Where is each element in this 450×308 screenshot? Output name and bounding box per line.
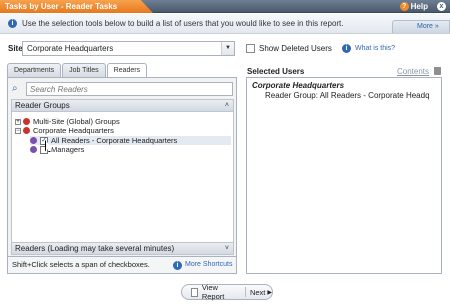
reader-group-icon xyxy=(30,137,37,144)
tree-item-managers[interactable]: Managers xyxy=(30,145,84,154)
next-button[interactable]: Next xyxy=(250,288,265,297)
info-text: Use the selection tools below to build a… xyxy=(22,19,344,28)
selected-item[interactable]: Reader Group: All Readers - Corporate He… xyxy=(265,91,430,100)
tree-item-label: Managers xyxy=(51,145,85,154)
tab-strip: Departments Job Titles Readers xyxy=(7,63,148,78)
tree-item-label: All Readers - Corporate Headquarters xyxy=(51,136,178,145)
footer-button-group: View Report Next ▶ xyxy=(181,283,273,301)
search-input[interactable] xyxy=(26,82,233,96)
collapse-node-icon[interactable]: − xyxy=(15,127,21,134)
tree-item-corporate-hq[interactable]: − Corporate Headquarters xyxy=(15,126,114,135)
more-button[interactable]: More » xyxy=(392,20,450,33)
info-icon: i xyxy=(173,261,182,270)
document-icon xyxy=(191,287,198,297)
hint-text: Shift+Click selects a span of checkboxes… xyxy=(12,260,150,269)
readers-bar[interactable]: Readers (Loading may take several minute… xyxy=(11,242,234,255)
show-deleted-checkbox[interactable] xyxy=(246,44,255,53)
close-button[interactable]: x xyxy=(437,2,446,11)
help-label: Help xyxy=(410,2,428,11)
chevron-right-icon: ▶ xyxy=(267,289,273,296)
search-icon: ⌕ xyxy=(12,83,18,94)
tab-job-titles[interactable]: Job Titles xyxy=(62,63,106,77)
help-icon: ? xyxy=(399,2,409,11)
what-is-this[interactable]: i What is this? xyxy=(342,44,395,53)
tree-item-all-readers[interactable]: ✓ All Readers - Corporate Headquarters xyxy=(30,136,231,145)
divider xyxy=(245,287,246,297)
window-title: Tasks by User - Reader Tasks xyxy=(0,0,153,13)
reader-group-icon xyxy=(30,146,37,153)
tab-readers[interactable]: Readers xyxy=(106,63,148,78)
collapse-icon[interactable]: ˄ xyxy=(225,100,229,112)
view-report-button[interactable]: View Report xyxy=(202,283,241,301)
reader-groups-title: Reader Groups xyxy=(15,101,70,110)
info-icon: i xyxy=(342,44,351,53)
show-deleted-option[interactable]: Show Deleted Users xyxy=(246,44,332,53)
help-button[interactable]: ? Help xyxy=(399,1,428,12)
tree-item-label: Multi-Site (Global) Groups xyxy=(33,117,120,126)
tree-item-multi-site[interactable]: + Multi-Site (Global) Groups xyxy=(15,117,120,126)
site-select[interactable]: Corporate Headquarters ▼ xyxy=(22,41,235,56)
group-icon xyxy=(23,127,30,134)
group-icon xyxy=(23,118,30,125)
show-deleted-label: Show Deleted Users xyxy=(259,44,332,53)
expand-down-icon[interactable]: ˅ xyxy=(225,243,229,255)
chevron-down-icon[interactable]: ▼ xyxy=(221,42,234,55)
reader-groups-tree: + Multi-Site (Global) Groups − Corporate… xyxy=(11,112,234,242)
shortcut-hint: Shift+Click selects a span of checkboxes… xyxy=(7,257,237,274)
readers-bar-label: Readers (Loading may take several minute… xyxy=(15,244,175,253)
title-bar: Tasks by User - Reader Tasks ? Help x xyxy=(0,0,450,13)
expand-icon[interactable]: + xyxy=(15,118,21,125)
site-select-value: Corporate Headquarters xyxy=(27,44,114,53)
readers-panel: ⌕ Reader Groups ˄ + Multi-Site (Global) … xyxy=(7,77,237,257)
trash-icon[interactable] xyxy=(434,67,441,75)
what-is-this-link[interactable]: What is this? xyxy=(355,45,395,52)
selected-users-list: Corporate Headquarters Reader Group: All… xyxy=(246,77,442,274)
site-label: Site xyxy=(8,44,23,53)
selected-group-heading: Corporate Headquarters xyxy=(252,81,345,90)
reader-groups-header[interactable]: Reader Groups ˄ xyxy=(11,99,234,112)
contents-link[interactable]: Contents xyxy=(397,67,429,76)
tab-departments[interactable]: Departments xyxy=(7,63,62,77)
selected-users-title: Selected Users xyxy=(247,67,305,76)
info-icon: i xyxy=(8,19,17,28)
info-bar: i Use the selection tools below to build… xyxy=(0,14,450,34)
tree-item-label: Corporate Headquarters xyxy=(33,126,114,135)
more-shortcuts-link[interactable]: More Shortcuts xyxy=(185,257,232,273)
